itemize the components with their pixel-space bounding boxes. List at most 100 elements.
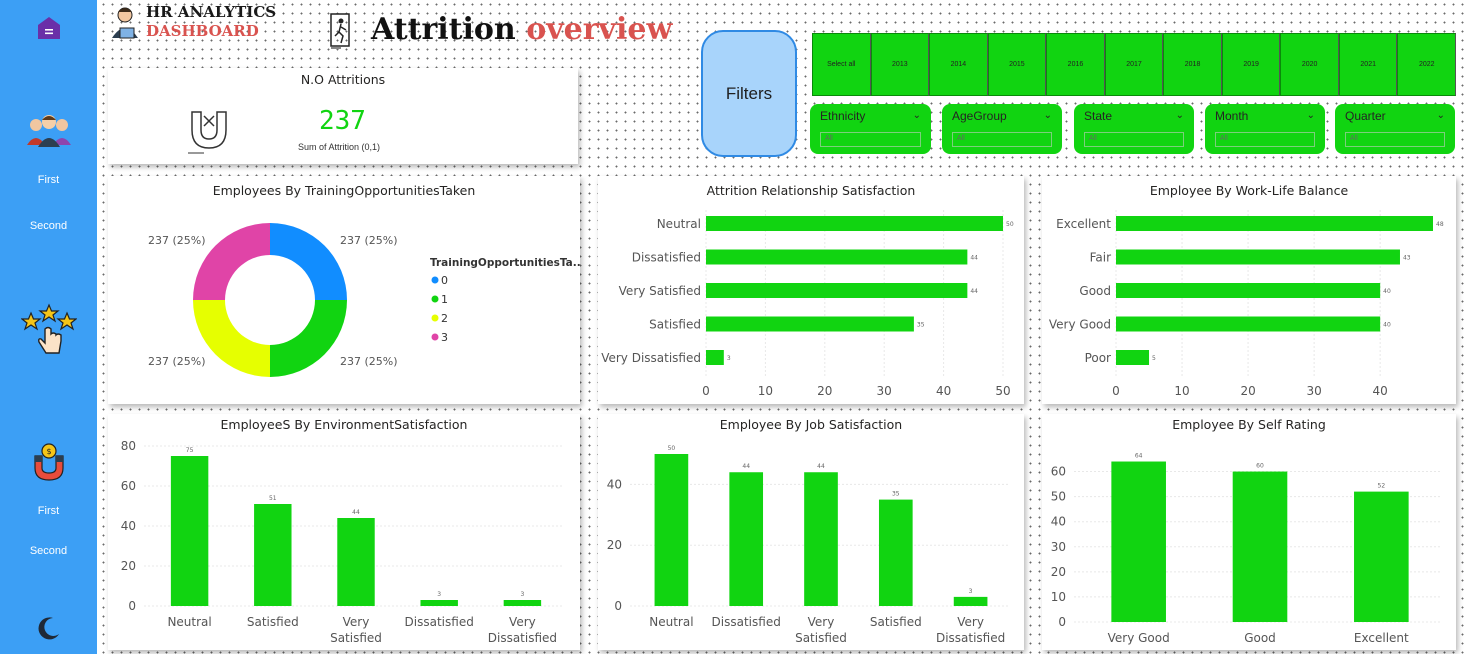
home-icon bbox=[37, 17, 60, 39]
bar[interactable] bbox=[1111, 461, 1166, 622]
y-category-label: Excellent bbox=[1056, 217, 1111, 231]
chevron-down-icon[interactable]: ⌄ bbox=[1307, 110, 1315, 121]
x-category-label: Very bbox=[808, 615, 835, 629]
bar[interactable] bbox=[254, 504, 292, 606]
selfrating-chart: 0 10 20 30 40 50 60 64 Very Good 60 Good 52 Excellen… bbox=[1051, 453, 1442, 645]
bar[interactable] bbox=[878, 499, 913, 606]
donut-chart: 237 (25%) 237 (25%) 237 (25%) 237 (25%) Trai… bbox=[148, 223, 580, 377]
x-tick-label: 20 bbox=[817, 384, 832, 398]
slicer-value[interactable]: All bbox=[1084, 132, 1184, 147]
sidebar-group2-first[interactable]: First bbox=[0, 505, 97, 517]
attrition-button[interactable]: $ bbox=[0, 440, 97, 490]
dark-mode-toggle[interactable] bbox=[0, 614, 97, 646]
slicer-quarter[interactable]: Quarter ⌄ All bbox=[1335, 104, 1455, 154]
year-button-2017[interactable]: 2017 bbox=[1104, 33, 1164, 96]
brand-line2: DASHBOARD bbox=[146, 22, 259, 40]
bar[interactable] bbox=[804, 472, 838, 606]
bar[interactable] bbox=[1116, 316, 1381, 332]
x-category-label: Neutral bbox=[649, 615, 693, 629]
bar[interactable] bbox=[1232, 471, 1288, 622]
year-button-2021[interactable]: 2021 bbox=[1338, 33, 1398, 96]
donut-slice-1[interactable] bbox=[270, 300, 347, 377]
y-category-label: Very Satisfied bbox=[619, 284, 701, 298]
relationship-chart: 0 10 20 30 40 50 Neutral 50 Dissatisfied 44 Very S… bbox=[601, 210, 1014, 398]
slicer-value[interactable]: All bbox=[952, 132, 1052, 147]
bar[interactable] bbox=[706, 283, 968, 298]
bar[interactable] bbox=[170, 456, 209, 606]
bar-data-label: 3 bbox=[969, 588, 973, 595]
bar[interactable] bbox=[1116, 350, 1150, 365]
chevron-down-icon[interactable]: ⌄ bbox=[1437, 110, 1445, 121]
bar-data-label: 50 bbox=[668, 445, 676, 452]
year-slicer: Select all 2013 2014 2015 2016 2017 2018 2019 20… bbox=[812, 33, 1457, 96]
legend-item-1: 1 bbox=[441, 293, 448, 306]
slicer-value[interactable]: All bbox=[820, 132, 921, 147]
donut-label: 237 (25%) bbox=[148, 355, 206, 368]
bar[interactable] bbox=[654, 454, 689, 606]
y-tick-label: 20 bbox=[121, 559, 136, 573]
sidebar-group2-second[interactable]: Second bbox=[0, 545, 97, 557]
year-button-2022[interactable]: 2022 bbox=[1397, 33, 1457, 96]
x-category-label: Good bbox=[1244, 631, 1276, 645]
bar[interactable] bbox=[953, 596, 988, 606]
bar[interactable] bbox=[337, 518, 375, 606]
x-category-label: Dissatisfied bbox=[488, 631, 557, 645]
bar-data-label: 3 bbox=[727, 355, 731, 362]
moon-icon bbox=[38, 617, 59, 640]
slicer-ethnicity[interactable]: Ethnicity ⌄ All bbox=[810, 104, 931, 154]
chevron-down-icon[interactable]: ⌄ bbox=[1044, 110, 1052, 121]
slicer-value[interactable]: All bbox=[1215, 132, 1315, 147]
year-button-2013[interactable]: 2013 bbox=[870, 33, 930, 96]
x-category-label: Very bbox=[343, 615, 370, 629]
bar[interactable] bbox=[420, 600, 458, 606]
rating-button[interactable] bbox=[0, 301, 97, 361]
bar[interactable] bbox=[706, 316, 914, 332]
x-category-label: Dissatisfied bbox=[405, 615, 474, 629]
year-button-2014[interactable]: 2014 bbox=[929, 33, 988, 96]
legend-marker bbox=[431, 333, 439, 341]
bar[interactable] bbox=[1116, 249, 1400, 265]
year-button-2019[interactable]: 2019 bbox=[1221, 33, 1281, 96]
x-category-label: Excellent bbox=[1354, 631, 1409, 645]
job-chart: 0 20 40 50 Neutral 44 Dissatisfied 44 Very Satisf… bbox=[607, 445, 1008, 645]
y-tick-label: 20 bbox=[607, 538, 622, 552]
y-category-label: Fair bbox=[1090, 251, 1111, 265]
year-button-2016[interactable]: 2016 bbox=[1046, 33, 1105, 96]
page-title-part1: Attrition bbox=[371, 12, 516, 47]
bar[interactable] bbox=[706, 249, 968, 265]
slicer-state[interactable]: State ⌄ All bbox=[1074, 104, 1194, 154]
y-category-label: Neutral bbox=[657, 217, 701, 231]
sidebar-group1-second[interactable]: Second bbox=[0, 220, 97, 232]
people-button[interactable] bbox=[0, 111, 97, 155]
bar[interactable] bbox=[503, 600, 542, 606]
year-button-select-all[interactable]: Select all bbox=[812, 33, 871, 96]
sidebar: First Second $ First Second bbox=[0, 0, 97, 654]
chevron-down-icon[interactable]: ⌄ bbox=[1176, 110, 1184, 121]
filters-button[interactable]: Filters bbox=[701, 30, 797, 157]
x-category-label: Satisfied bbox=[330, 631, 382, 645]
donut-slice-0[interactable] bbox=[270, 223, 347, 300]
bar-data-label: 44 bbox=[742, 463, 750, 470]
x-category-label: Very bbox=[957, 615, 984, 629]
year-button-2018[interactable]: 2018 bbox=[1163, 33, 1222, 96]
y-tick-label: 40 bbox=[607, 477, 622, 491]
home-button[interactable] bbox=[0, 14, 97, 46]
bar[interactable] bbox=[706, 350, 724, 365]
bar[interactable] bbox=[1116, 283, 1381, 298]
year-button-2020[interactable]: 2020 bbox=[1280, 33, 1339, 96]
bar[interactable] bbox=[729, 472, 764, 606]
chevron-down-icon[interactable]: ⌄ bbox=[913, 110, 921, 121]
x-tick-label: 10 bbox=[758, 384, 773, 398]
page-title: Attrition overview bbox=[371, 12, 672, 47]
bar-data-label: 35 bbox=[917, 322, 925, 329]
worklife-panel: Employee By Work-Life Balance 0 10 20 30 40 E… bbox=[1042, 176, 1456, 404]
bar[interactable] bbox=[706, 216, 1003, 231]
sidebar-group1-first[interactable]: First bbox=[0, 174, 97, 186]
bar[interactable] bbox=[1116, 216, 1433, 231]
slicer-month[interactable]: Month ⌄ All bbox=[1205, 104, 1325, 154]
bar[interactable] bbox=[1354, 491, 1409, 622]
slicer-value[interactable]: All bbox=[1345, 132, 1445, 147]
worklife-chart: 0 10 20 30 40 Excellent 48 Fair 43 Good 40 Very Goo… bbox=[1049, 210, 1444, 398]
slicer-agegroup[interactable]: AgeGroup ⌄ All bbox=[942, 104, 1062, 154]
year-button-2015[interactable]: 2015 bbox=[987, 33, 1047, 96]
